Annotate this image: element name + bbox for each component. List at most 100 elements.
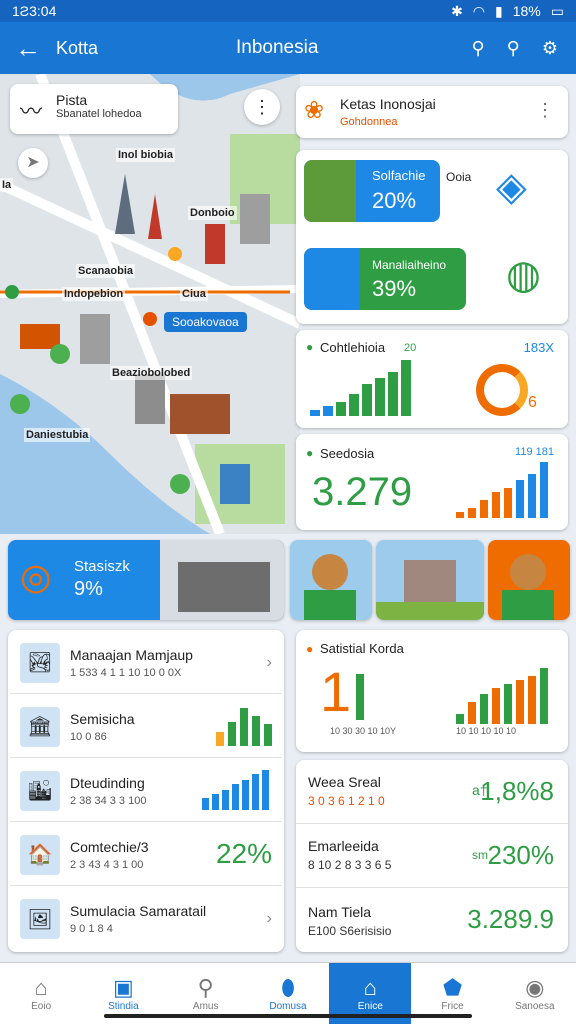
map-graphic	[0, 74, 300, 534]
chart2-value: 3.279	[312, 470, 413, 514]
stat-row[interactable]: Weea Sreal 3 0 3 6 1 2 1 0 а† 1,8%8	[296, 762, 568, 824]
promo1-title: Solfachie	[372, 168, 426, 183]
promo2-title: Manaliaiheino	[372, 258, 447, 272]
nav-item-profile[interactable]: ◉ Sanoesa	[494, 963, 576, 1024]
chart1-bars	[310, 360, 420, 416]
battery-icon: ▭	[550, 2, 564, 19]
list-item-sub: 10 0 86	[70, 730, 107, 743]
stat-sub: E100 S6erisisio	[308, 924, 392, 938]
list-item-sub: 9 0 1 8 4	[70, 923, 113, 935]
gesture-bar	[104, 1014, 472, 1018]
page-title: Inbonesia	[236, 37, 319, 58]
kota-title: Ketas Inonosjai	[340, 96, 436, 112]
stat-value: 3.289.9	[467, 904, 554, 934]
map-more-button[interactable]: ⋮	[244, 89, 280, 125]
map-info-card[interactable]: 〰 Pista Sbanatel lohedoa	[10, 84, 178, 134]
map-label: Ιa	[0, 178, 14, 192]
monument-image	[304, 160, 356, 222]
banner-title: Stasiszk	[74, 558, 130, 575]
grid-icon: ▣	[113, 975, 134, 1000]
app-title: Kotta	[56, 37, 99, 58]
chart-card-1[interactable]: ● Cohtlehioia 20 183X 6	[296, 330, 568, 428]
chart3-axis-left: 10 30 30 10 10Y	[330, 726, 397, 736]
stat-row[interactable]: Nam Tiela E100 S6erisisio 3.289.9	[296, 890, 568, 952]
pin-icon: ●	[306, 446, 314, 460]
stat-prefix: sm	[472, 848, 488, 862]
photo-person-1[interactable]	[290, 540, 372, 620]
photo-temple[interactable]	[376, 540, 484, 620]
list-item[interactable]: 🏞 Manaajan Mamjaup 1 533 4 1 1 10 10 0 0X…	[10, 632, 282, 694]
stat-row[interactable]: Emarleeida 8 10 2 8 3 3 6 5 sm 230%	[296, 826, 568, 888]
promo-tile-blue[interactable]: Solfachie 20%	[304, 160, 440, 222]
list-thumb-icon: 🏛	[20, 706, 60, 747]
map-label: Donboio	[188, 206, 237, 220]
map-card-subtitle: Sbanatel lohedoa	[56, 108, 142, 120]
promo-card: Solfachie 20% Ooia ◈ Manaliaiheino 39% ◍	[296, 150, 568, 324]
signal-icon: ▮	[495, 2, 503, 19]
chart3-bars	[456, 662, 556, 724]
chart2-bars	[446, 462, 556, 518]
nav-item-home[interactable]: ⌂ Eoio	[0, 963, 82, 1024]
stat-title: Emarleeida	[308, 838, 379, 854]
list-item-title: Dteudinding	[70, 774, 145, 791]
tag-icon: ⬮	[281, 975, 295, 1000]
stat-value: 230%	[487, 840, 555, 870]
chart1-title: Cohtlehioia	[320, 340, 386, 355]
list-item[interactable]: 🖼 Sumulacia Samaratail 9 0 1 8 4 ›	[10, 888, 282, 950]
list-item[interactable]: 🏠 Comtechie/3 2 3 43 4 3 1 00 22%	[10, 824, 282, 886]
map-label: Inol biobia	[116, 148, 175, 162]
promo2-value: 39%	[372, 276, 417, 301]
chevron-right-icon: ›	[266, 653, 272, 671]
list-mini-bars	[216, 708, 272, 746]
chart3-big-number: 1	[320, 660, 352, 723]
chart3-title: Satistial Korda	[320, 641, 404, 656]
map-fold-icon: ◈	[496, 165, 527, 209]
search-alt-icon[interactable]: ⚲	[507, 38, 520, 59]
map-highlight-label[interactable]: Sooakovaoa	[164, 312, 247, 332]
profile-icon: ◉	[525, 975, 545, 1000]
nav-label: Sanoesa	[515, 1001, 555, 1012]
list-thumb-icon: 🏞	[20, 642, 60, 683]
chart-card-3[interactable]: ● Satistial Korda 1 10 30 30 10 10Y 10 1…	[296, 630, 568, 752]
map-label: Beaziobolobed	[110, 366, 193, 380]
stat-title: Nam Tiela	[308, 904, 372, 920]
list-thumb-icon: 🏠	[20, 834, 60, 875]
stat-sub: 8 10 2 8 3 3 6 5	[308, 858, 392, 872]
photo-person-2[interactable]	[488, 540, 570, 620]
list-item[interactable]: 🏙 Dteudinding 2 38 34 3 3 100	[10, 760, 282, 822]
building-image	[304, 248, 360, 310]
emblem-icon: ❀	[304, 97, 325, 124]
list-item-title: Comtechie/3	[70, 838, 149, 855]
home-icon: ⌂	[34, 975, 48, 1000]
house-icon: ⌂	[363, 975, 377, 1000]
stat-banner[interactable]: ◎ Stasiszk 9%	[8, 540, 284, 620]
chart-card-2[interactable]: ● Seedosia 119 181 3.279	[296, 434, 568, 530]
map-card-title: Pista	[56, 92, 88, 108]
map-label: Ciua	[180, 287, 208, 301]
kota-subtitle: Gohdonnea	[340, 116, 398, 128]
list-item-sub: 2 38 34 3 3 100	[70, 794, 147, 807]
map-label: Indopebion	[62, 287, 126, 301]
chart1-top: 20	[404, 342, 417, 354]
wifi-icon: ◠	[472, 2, 486, 19]
status-bar: 1Ƨ3:04 ✱ ◠ ▮ 18% ▭	[0, 0, 576, 22]
list-item[interactable]: 🏛 Semisicha 10 0 86	[10, 696, 282, 758]
location-icon: ⬟	[442, 975, 463, 1000]
back-button[interactable]: ←	[0, 33, 56, 64]
map-logo-icon: 〰	[20, 99, 43, 124]
stat-value: 1,8%8	[480, 776, 554, 806]
search-icon[interactable]: ⚲	[471, 38, 484, 59]
banner-value: 9%	[74, 578, 103, 600]
locate-icon[interactable]: ➤	[18, 148, 48, 178]
promo-tile-green[interactable]: Manaliaiheino 39%	[304, 248, 466, 310]
stat-sub: 3 0 3 6 1 2 1 0	[308, 794, 385, 808]
chart2-top: 119 181	[515, 446, 554, 458]
settings-icon[interactable]: ⚙	[542, 38, 558, 59]
nav-label: Stindia	[108, 1001, 139, 1012]
chat-icon: ◍	[506, 253, 541, 297]
stat-title: Weea Sreal	[308, 774, 381, 790]
nav-label: Enice	[357, 1001, 383, 1012]
more-icon[interactable]: ⋮	[536, 100, 554, 121]
city-map[interactable]: 〰 Pista Sbanatel lohedoa ⋮ ➤ Inol biobia…	[0, 74, 300, 534]
kota-card[interactable]: ❀ Ketas Inonosjai Gohdonnea ⋮	[296, 86, 568, 138]
